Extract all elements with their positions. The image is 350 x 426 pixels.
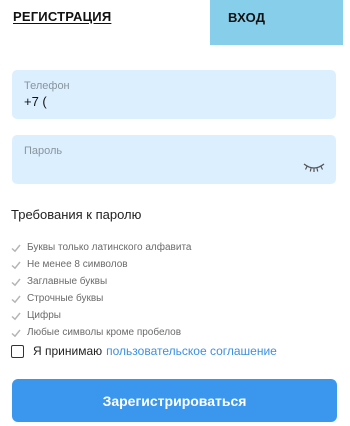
register-button[interactable]: Зарегистрироваться — [12, 379, 337, 422]
requirement-item: Строчные буквы — [11, 290, 191, 307]
requirement-text: Строчные буквы — [27, 293, 104, 304]
phone-label: Телефон — [24, 80, 70, 92]
agreement-checkbox[interactable] — [11, 344, 24, 358]
eye-closed-icon[interactable] — [303, 161, 325, 173]
requirement-text: Буквы только латинского алфавита — [27, 242, 192, 253]
requirement-item: Заглавные буквы — [11, 273, 191, 290]
requirement-text: Цифры — [27, 310, 61, 321]
password-label: Пароль — [24, 145, 63, 157]
tab-login-label: ВХОД — [228, 10, 266, 25]
requirement-text: Любые символы кроме пробелов — [27, 327, 182, 338]
check-icon — [11, 329, 21, 337]
requirement-item: Буквы только латинского алфавита — [11, 239, 191, 256]
tab-register[interactable]: РЕГИСТРАЦИЯ — [13, 9, 111, 24]
requirement-item: Не менее 8 символов — [11, 256, 191, 273]
phone-field[interactable]: Телефон +7 ( — [12, 70, 336, 119]
check-icon — [11, 312, 21, 320]
user-agreement-link[interactable]: пользовательское соглашение — [106, 344, 277, 358]
requirement-item: Цифры — [11, 307, 191, 324]
password-field[interactable]: Пароль — [12, 135, 336, 184]
tab-login[interactable]: ВХОД — [210, 0, 343, 45]
requirement-item: Любые символы кроме пробелов — [11, 324, 191, 341]
password-requirements-title: Требования к паролю — [11, 207, 142, 222]
check-icon — [11, 261, 21, 269]
agreement-text: Я принимаю — [33, 344, 103, 358]
check-icon — [11, 295, 21, 303]
agreement-row: Я принимаю пользовательское соглашение — [11, 344, 277, 358]
phone-input-value[interactable]: +7 ( — [24, 94, 47, 109]
check-icon — [11, 244, 21, 252]
check-icon — [11, 278, 21, 286]
requirement-text: Заглавные буквы — [27, 276, 108, 287]
auth-tabs: РЕГИСТРАЦИЯ ВХОД — [0, 0, 350, 45]
requirement-text: Не менее 8 символов — [27, 259, 128, 270]
password-requirements-list: Буквы только латинского алфавита Не мене… — [11, 239, 191, 341]
